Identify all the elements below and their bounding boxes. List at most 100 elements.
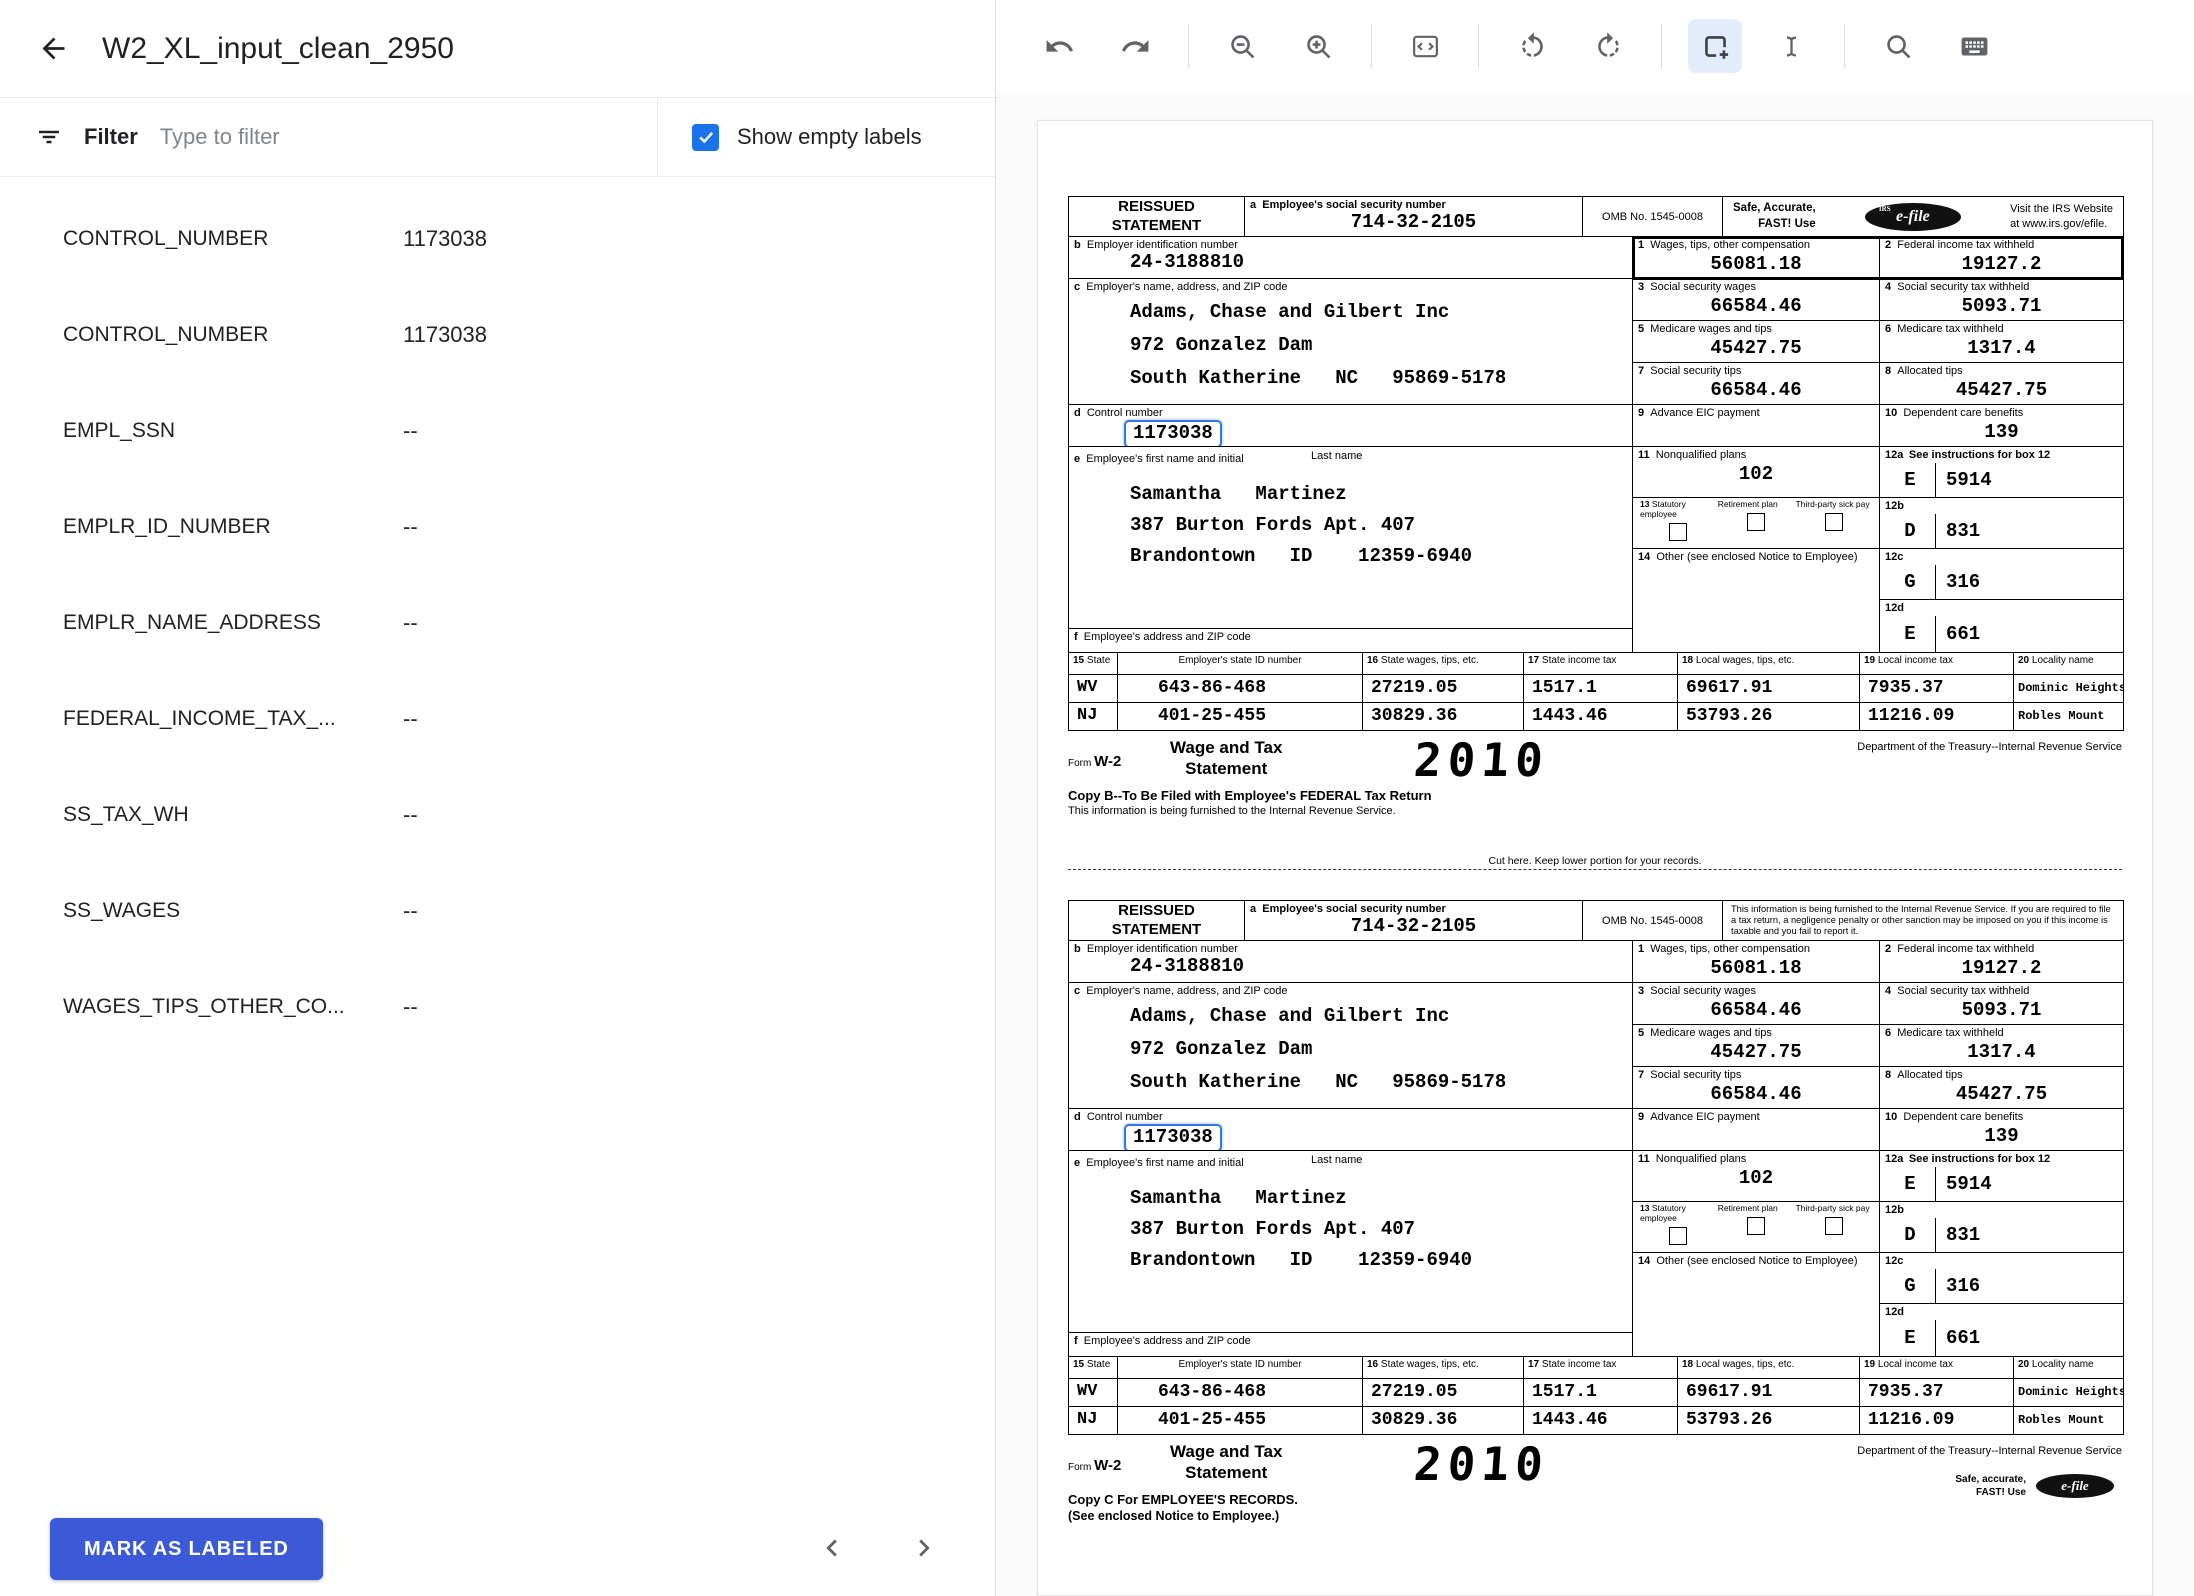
state-row-1: WV 643-86-468 27219.05 1517.1 69617.91 7… (1069, 1379, 2123, 1407)
box-12d-code: E (1885, 1320, 1935, 1356)
add-region-button[interactable] (1688, 19, 1742, 73)
state-header-19: 19 Local income tax (1860, 653, 2014, 675)
reissued-line1: REISSUED (1118, 902, 1195, 921)
control-number-annotation[interactable]: 1173038 (1124, 420, 1222, 447)
keyboard-button[interactable] (1947, 19, 2001, 73)
redo-button[interactable] (1108, 19, 1162, 73)
employer-line3: South Katherine NC 95869-5178 (1074, 1069, 1627, 1096)
pager (808, 1524, 948, 1572)
label-name: SS_TAX_WH (63, 803, 403, 827)
employer-line2: 972 Gonzalez Dam (1074, 332, 1627, 359)
label-row-ss-wages[interactable]: SS_WAGES -- (0, 863, 995, 959)
box-8-value: 45427.75 (1885, 1083, 2118, 1106)
w2-grid: REISSUED STATEMENT a Employee's social s… (1068, 900, 2124, 1435)
box-7-value: 66584.46 (1638, 379, 1874, 402)
filter-input[interactable] (158, 123, 657, 151)
copy-note: (See enclosed Notice to Employee.) (1068, 1509, 2122, 1523)
control-number-annotation[interactable]: 1173038 (1124, 1124, 1222, 1151)
last-name-label: Last name (1311, 1154, 1362, 1166)
box-2-fed-tax: 2 Federal income tax withheld 19127.2 (1880, 941, 2123, 983)
code-icon (1410, 31, 1441, 62)
omb-text: OMB No. 1545-0008 (1602, 915, 1703, 927)
label-row-empl-ssn[interactable]: EMPL_SSN -- (0, 383, 995, 479)
label-value: -- (403, 898, 418, 924)
state-row-2: NJ 401-25-455 30829.36 1443.46 53793.26 … (1069, 1407, 2123, 1434)
label-row-control-number-1[interactable]: CONTROL_NUMBER 1173038 (0, 191, 995, 287)
label-row-emplr-id-number[interactable]: EMPLR_ID_NUMBER -- (0, 479, 995, 575)
label-row-emplr-name-address[interactable]: EMPLR_NAME_ADDRESS -- (0, 575, 995, 671)
label-name: EMPL_SSN (63, 419, 403, 443)
box-a-ssn: a Employee's social security number 714-… (1245, 197, 1583, 237)
w2-copy-b: REISSUED STATEMENT a Employee's social s… (1068, 196, 2122, 829)
form-number: W-2 (1094, 1457, 1121, 1474)
box-12c-value: 316 (1946, 1275, 1980, 1298)
document-page[interactable]: REISSUED STATEMENT a Employee's social s… (1037, 120, 2153, 1596)
state-row-2: NJ 401-25-455 30829.36 1443.46 53793.26 … (1069, 703, 2123, 730)
zoom-in-button[interactable] (1291, 19, 1345, 73)
efile-logo: e-file (2036, 1474, 2114, 1498)
arrow-back-icon (37, 32, 70, 65)
efile-logo: IRSe-file (1865, 203, 1961, 231)
local-tax-1: 7935.37 (1868, 678, 1944, 700)
box-12d: 12d E 661 (1880, 1304, 2123, 1357)
omb-box: OMB No. 1545-0008 (1583, 901, 1723, 941)
box-6-value: 1317.4 (1885, 1041, 2118, 1064)
next-document-button[interactable] (900, 1524, 948, 1572)
state-header-17: 17 State income tax (1524, 653, 1678, 675)
undo-button[interactable] (1032, 19, 1086, 73)
form-word: Form (1068, 1462, 1091, 1473)
redo-icon (1120, 31, 1151, 62)
rotate-left-button[interactable] (1505, 19, 1559, 73)
previous-document-button[interactable] (808, 1524, 856, 1572)
box-10-value: 139 (1885, 1125, 2118, 1148)
box-11-nonqualified: 11 Nonqualified plans 102 (1633, 447, 1880, 498)
box-12b-value: 831 (1946, 1224, 1980, 1247)
label-row-federal-income-tax[interactable]: FEDERAL_INCOME_TAX_... -- (0, 671, 995, 767)
state-id-2: 401-25-455 (1158, 706, 1266, 728)
box-10-dependent-care: 10 Dependent care benefits 139 (1880, 1109, 2123, 1151)
tax-year: 2010 (1413, 1441, 1551, 1487)
document-toolbar (996, 0, 2194, 92)
show-empty-checkbox[interactable] (692, 124, 719, 151)
code-view-button[interactable] (1398, 19, 1452, 73)
state-2: NJ (1077, 1410, 1097, 1430)
toolbar-separator (1188, 24, 1189, 68)
box-12b-value: 831 (1946, 520, 1980, 543)
box-12d: 12d E 661 (1880, 600, 2123, 653)
box-12a-code: E (1885, 463, 1935, 497)
text-select-button[interactable] (1764, 19, 1818, 73)
keyboard-icon (1959, 31, 1990, 62)
third-party-sick-pay-checkbox (1825, 513, 1843, 531)
box-1-wages: 1 Wages, tips, other compensation 56081.… (1633, 237, 1880, 279)
state-header-20: 20 Locality name (2014, 1357, 2123, 1379)
zoom-out-button[interactable] (1215, 19, 1269, 73)
filter-label: Filter (84, 124, 138, 150)
back-button[interactable] (30, 26, 76, 72)
box-2-value: 19127.2 (1885, 253, 2118, 276)
state-wages-2: 30829.36 (1371, 706, 1457, 728)
mark-as-labeled-button[interactable]: MARK AS LABELED (50, 1518, 323, 1580)
state-1: WV (1077, 678, 1097, 698)
cut-here-divider: Cut here. Keep lower portion for your re… (1068, 855, 2122, 870)
box-6-medicare-tax: 6 Medicare tax withheld 1317.4 (1880, 321, 2123, 363)
label-value: -- (403, 802, 418, 828)
show-empty-section: Show empty labels (658, 98, 995, 176)
w2-copy-c: REISSUED STATEMENT a Employee's social s… (1068, 900, 2122, 1533)
state-wages-2: 30829.36 (1371, 1410, 1457, 1432)
label-value: -- (403, 994, 418, 1020)
document-area[interactable]: REISSUED STATEMENT a Employee's social s… (996, 92, 2194, 1596)
box-4-ss-tax: 4 Social security tax withheld 5093.71 (1880, 279, 2123, 321)
box-12d-code: E (1885, 616, 1935, 652)
show-empty-label: Show empty labels (737, 124, 922, 150)
label-name: WAGES_TIPS_OTHER_CO... (63, 995, 403, 1019)
employee-city: Brandontown ID 12359-6940 (1074, 541, 1627, 572)
label-row-control-number-2[interactable]: CONTROL_NUMBER 1173038 (0, 287, 995, 383)
ssn-value: 714-32-2105 (1250, 211, 1577, 234)
label-row-wages-tips-other[interactable]: WAGES_TIPS_OTHER_CO... -- (0, 959, 995, 1055)
label-row-ss-tax-wh[interactable]: SS_TAX_WH -- (0, 767, 995, 863)
search-button[interactable] (1871, 19, 1925, 73)
box-8-allocated-tips: 8 Allocated tips 45427.75 (1880, 363, 2123, 405)
box-a-label: Employee's social security number (1262, 903, 1446, 915)
box-11-nonqualified: 11 Nonqualified plans 102 (1633, 1151, 1880, 1202)
rotate-right-button[interactable] (1581, 19, 1635, 73)
